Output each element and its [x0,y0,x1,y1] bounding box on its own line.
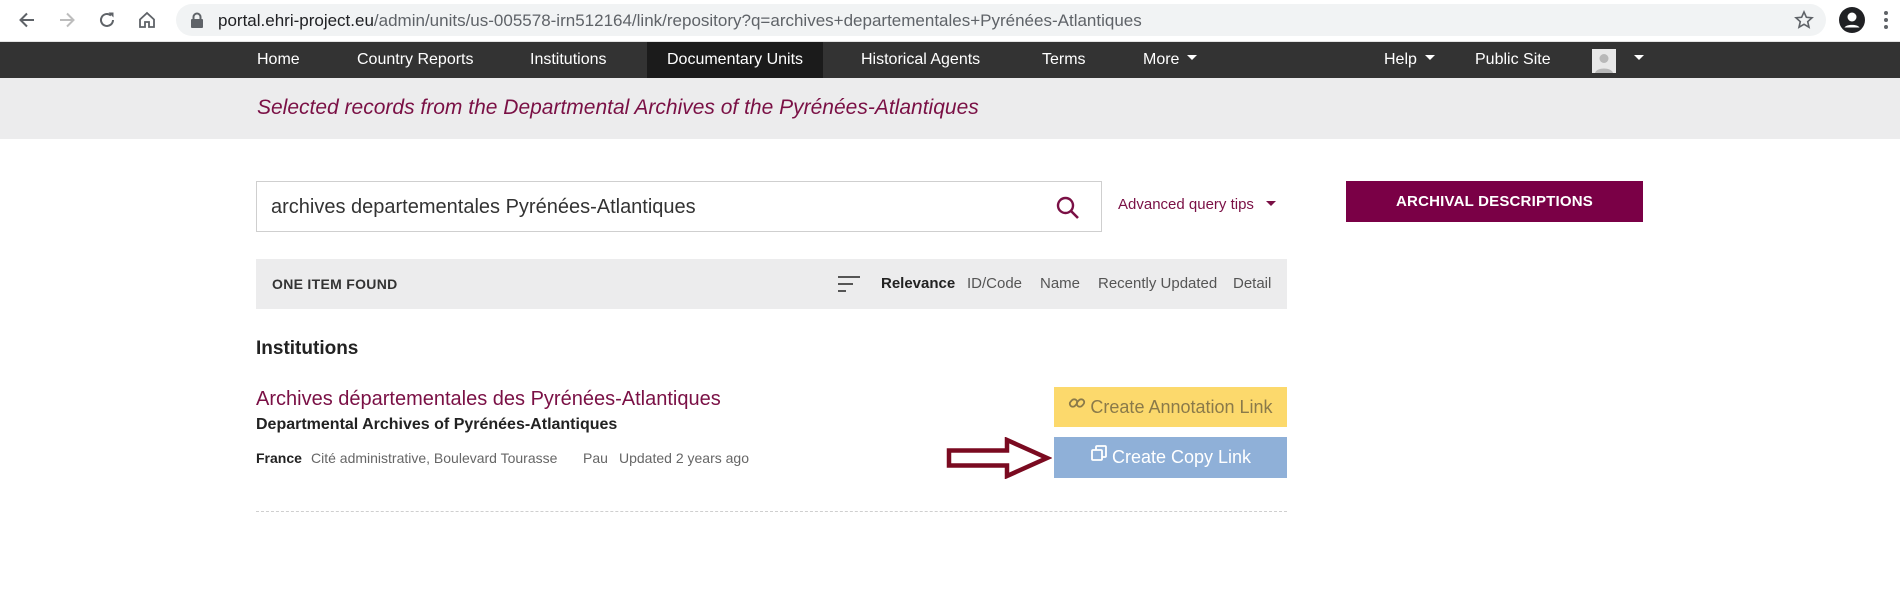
sort-relevance[interactable]: Relevance [881,275,955,292]
sort-name[interactable]: Name [1040,275,1080,292]
results-divider [256,511,1287,512]
record-city: Pau [583,450,608,466]
link-icon [1068,386,1086,426]
create-copy-link-button[interactable]: Create Copy Link [1054,437,1287,478]
chevron-down-icon [1265,200,1276,206]
home-icon[interactable] [133,6,161,34]
user-menu-toggle[interactable] [1626,42,1644,78]
search-icon[interactable] [1055,195,1081,221]
nav-help[interactable]: Help [1384,42,1435,78]
advanced-query-tips[interactable]: Advanced query tips [1118,196,1276,213]
search-box [256,181,1102,232]
star-icon[interactable] [1794,10,1814,35]
results-bar: ONE ITEM FOUND Relevance ID/Code Name Re… [256,259,1287,309]
pointer-arrow [946,436,1053,480]
chevron-down-icon [1187,55,1198,61]
sort-detail[interactable]: Detail [1233,275,1271,292]
address-bar[interactable]: portal.ehri-project.eu/admin/units/us-00… [176,4,1826,36]
nav-help-label: Help [1384,51,1417,68]
sort-id-code[interactable]: ID/Code [967,275,1022,292]
search-input[interactable] [271,194,1031,220]
page-banner: Selected records from the Departmental A… [0,78,1900,139]
avatar[interactable] [1592,49,1616,73]
copy-icon [1090,436,1108,477]
nav-terms[interactable]: Terms [1042,42,1086,78]
reload-icon[interactable] [93,6,121,34]
profile-icon[interactable] [1838,6,1866,34]
nav-country-reports[interactable]: Country Reports [357,42,474,78]
site-navbar: Home Country Reports Institutions Docume… [0,42,1900,78]
record-address: Cité administrative, Boulevard Tourasse [311,450,558,466]
back-icon[interactable] [13,6,41,34]
nav-institutions[interactable]: Institutions [530,42,606,78]
browser-toolbar: portal.ehri-project.eu/admin/units/us-00… [0,0,1900,42]
menu-icon[interactable] [1876,8,1896,32]
forward-icon[interactable] [53,6,81,34]
nav-documentary-units[interactable]: Documentary Units [647,42,824,78]
archival-descriptions-button[interactable]: ARCHIVAL DESCRIPTIONS [1346,181,1643,222]
result-count: ONE ITEM FOUND [272,276,398,292]
chevron-down-icon [1634,55,1644,61]
advanced-query-tips-label: Advanced query tips [1118,196,1254,213]
create-annotation-link-label: Create Annotation Link [1090,397,1273,417]
nav-home[interactable]: Home [257,42,300,78]
record-subtitle: Departmental Archives of Pyrénées-Atlant… [256,416,618,433]
section-title: Institutions [256,338,359,359]
sort-recently-updated[interactable]: Recently Updated [1098,275,1217,292]
url-path: /admin/units/us-005578-irn512164/link/re… [373,11,1142,30]
nav-more-label: More [1143,51,1180,68]
create-copy-link-label: Create Copy Link [1111,447,1252,467]
record-title-link[interactable]: Archives départementales des Pyrénées-At… [256,388,721,411]
record-updated: Updated 2 years ago [619,450,749,466]
nav-more[interactable]: More [1143,42,1198,78]
page-title: Selected records from the Departmental A… [257,96,979,119]
create-annotation-link-button[interactable]: Create Annotation Link [1054,387,1287,427]
record-country: France [256,450,302,466]
url-host: portal.ehri-project.eu [218,11,374,30]
nav-historical-agents[interactable]: Historical Agents [861,42,980,78]
sort-icon [837,275,861,293]
chevron-down-icon [1424,55,1435,61]
nav-public-site[interactable]: Public Site [1475,42,1551,78]
lock-icon [190,12,204,33]
address-url[interactable]: portal.ehri-project.eu/admin/units/us-00… [218,11,1142,31]
